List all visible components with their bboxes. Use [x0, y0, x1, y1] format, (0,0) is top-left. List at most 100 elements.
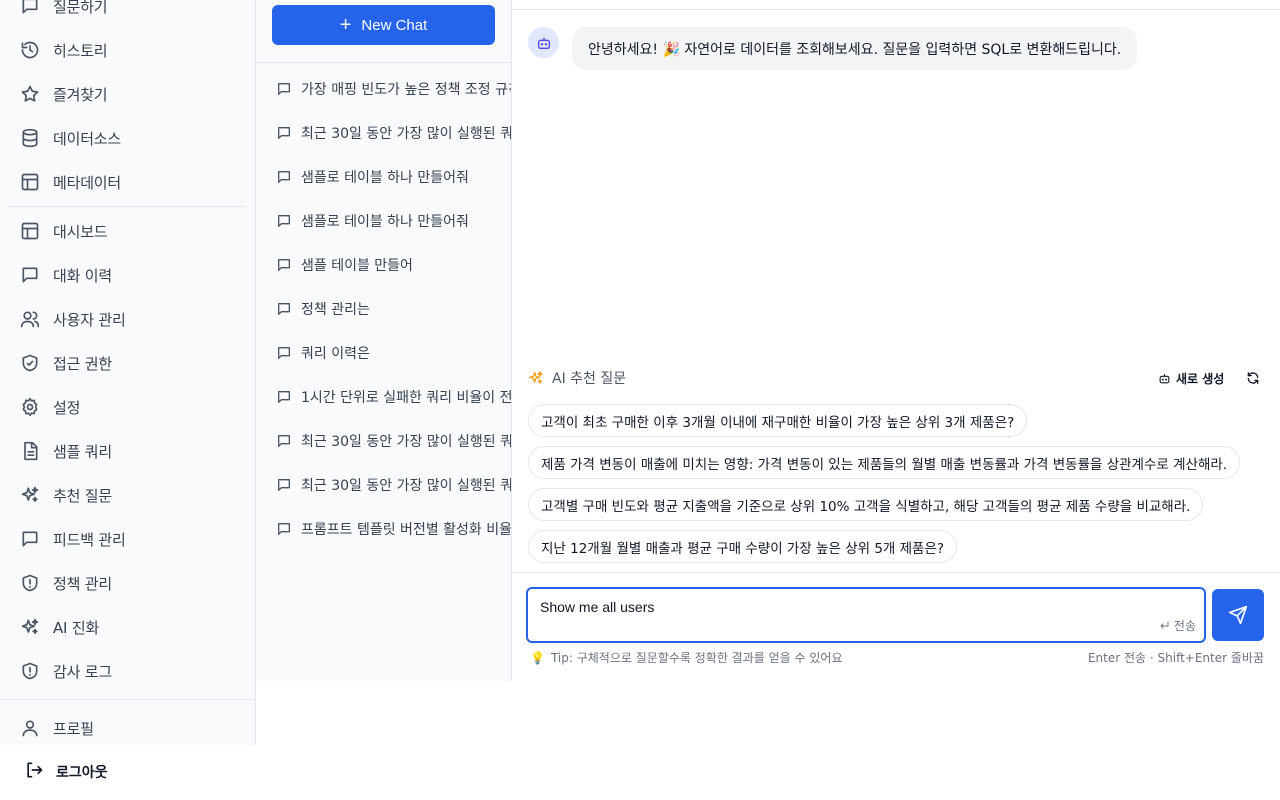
- chat-list-item-title: 샘플 테이블 만들어: [301, 258, 413, 274]
- chat-bubble-icon: [276, 257, 292, 273]
- chat-list-item-title: 최근 30일 동안 가장 많이 실행된 쿼리: [301, 126, 512, 142]
- sidebar: 질문하기 히스토리 즐겨찾기 데이터소스 메타데이터 대시보드 대화 이력 사용…: [0, 0, 256, 745]
- send-icon: [1228, 605, 1248, 625]
- sidebar-item-profile[interactable]: 프로필: [8, 708, 246, 745]
- chat-list-item[interactable]: 샘플로 테이블 하나 만들어줘: [276, 166, 511, 188]
- logout-button[interactable]: 로그아웃: [24, 759, 108, 785]
- star-icon: [20, 84, 40, 104]
- chat-bubble-icon: [276, 477, 292, 493]
- sparkles-icon: [528, 370, 544, 386]
- chat-main: 안녕하세요! 🎉 자연어로 데이터를 조회해보세요. 질문을 입력하면 SQL로…: [512, 0, 1280, 681]
- chat-list-item[interactable]: 샘플로 테이블 하나 만들어줘: [276, 210, 511, 232]
- chat-list-item[interactable]: 프롬프트 템플릿 버전별 활성화 비율: [276, 518, 512, 540]
- table-icon: [20, 172, 40, 192]
- database-icon: [20, 128, 40, 148]
- chat-list-item[interactable]: 최근 30일 동안 가장 많이 실행된 쿼리: [276, 430, 512, 452]
- sidebar-item-feedback[interactable]: 피드백 관리: [8, 519, 246, 559]
- header-divider: [512, 9, 1280, 10]
- sidebar-item-policy[interactable]: 정책 관리: [8, 563, 246, 603]
- suggestion-chip[interactable]: 고객별 구매 빈도와 평균 지출액을 기준으로 상위 10% 고객을 식별하고,…: [528, 488, 1204, 521]
- chat-list-item[interactable]: 가장 매핑 빈도가 높은 정책 조정 규칙: [276, 78, 512, 100]
- sidebar-item-label: 정책 관리: [53, 574, 112, 593]
- chat-bubble-icon: [276, 433, 292, 449]
- chat-list-item-title: 가장 매핑 빈도가 높은 정책 조정 규칙: [301, 82, 512, 98]
- chat-list-item[interactable]: 최근 30일 동안 가장 많이 실행된 쿼리: [276, 474, 511, 496]
- chat-bubble-icon: [20, 0, 40, 16]
- enter-icon: [1158, 620, 1170, 632]
- chat-input[interactable]: Show me all users: [540, 599, 1140, 635]
- chat-bubble-icon: [276, 345, 292, 361]
- chat-bubble-icon: [276, 169, 292, 185]
- recommend-title-label: AI 추천 질문: [552, 371, 627, 387]
- plus-icon: +: [339, 14, 352, 36]
- sidebar-item-label: 설정: [53, 398, 81, 417]
- recommend-title: AI 추천 질문: [528, 368, 626, 388]
- send-hint-label: 전송: [1173, 619, 1196, 633]
- sidebar-item-metadata[interactable]: 메타데이터: [8, 162, 246, 202]
- users-icon: [20, 309, 40, 329]
- sidebar-item-settings[interactable]: 설정: [8, 387, 246, 427]
- sidebar-item-datasource[interactable]: 데이터소스: [8, 118, 246, 158]
- sidebar-item-label: 샘플 쿼리: [53, 442, 112, 461]
- new-chat-button[interactable]: + New Chat: [272, 5, 495, 45]
- chat-list-item-title: 최근 30일 동안 가장 많이 실행된 쿼리: [301, 434, 512, 450]
- suggestion-chip[interactable]: 제품 가격 변동이 매출에 미치는 영향: 가격 변동이 있는 제품들의 월별 …: [528, 446, 1241, 479]
- chat-list-item[interactable]: 최근 30일 동안 가장 많이 실행된 쿼리: [276, 122, 512, 144]
- sidebar-item-chat-history[interactable]: 대화 이력: [8, 255, 246, 295]
- chat-list-item-title: 프롬프트 템플릿 버전별 활성화 비율: [301, 522, 512, 538]
- sidebar-item-label: AI 진화: [53, 618, 100, 637]
- regenerate-label: 새로 생성: [1176, 371, 1225, 386]
- sidebar-item-label: 프로필: [53, 719, 94, 738]
- chat-list-item[interactable]: 샘플 테이블 만들어: [276, 254, 511, 276]
- sidebar-item-recommended[interactable]: 추천 질문: [8, 475, 246, 515]
- sidebar-item-dashboard[interactable]: 대시보드: [8, 211, 246, 251]
- chat-list-item-title: 샘플로 테이블 하나 만들어줘: [301, 214, 469, 230]
- sidebar-item-access[interactable]: 접근 권한: [8, 343, 246, 383]
- tip: 💡 Tip: 구체적으로 질문할수록 정확한 결과를 얻을 수 있어요: [530, 649, 843, 666]
- sidebar-item-label: 데이터소스: [53, 129, 122, 148]
- sidebar-divider: [8, 206, 246, 207]
- bot-icon: [1158, 372, 1171, 385]
- sidebar-item-favorites[interactable]: 즐겨찾기: [8, 74, 246, 114]
- sidebar-item-history[interactable]: 히스토리: [8, 30, 246, 70]
- sidebar-item-label: 추천 질문: [53, 486, 112, 505]
- sidebar-item-label: 질문하기: [53, 0, 108, 16]
- sidebar-item-ask[interactable]: 질문하기: [8, 0, 246, 26]
- sidebar-item-label: 대시보드: [53, 222, 108, 241]
- send-hint: 전송: [1158, 617, 1196, 634]
- chat-bubble-icon: [276, 389, 292, 405]
- suggestion-chip[interactable]: 고객이 최초 구매한 이후 3개월 이내에 재구매한 비율이 가장 높은 상위 …: [528, 404, 1028, 437]
- input-divider: [512, 572, 1280, 573]
- sidebar-item-label: 사용자 관리: [53, 310, 126, 329]
- sidebar-item-label: 감사 로그: [53, 662, 112, 681]
- chat-list-item[interactable]: 1시간 단위로 실패한 쿼리 비율이 전체: [276, 386, 511, 408]
- sidebar-item-audit-log[interactable]: 감사 로그: [8, 651, 246, 691]
- sidebar-item-user-management[interactable]: 사용자 관리: [8, 299, 246, 339]
- chat-list-item-title: 쿼리 이력은: [301, 346, 370, 362]
- dashboard-icon: [20, 221, 40, 241]
- send-button[interactable]: [1212, 589, 1264, 641]
- regenerate-button[interactable]: 새로 생성: [1158, 368, 1224, 388]
- chat-list-item[interactable]: 쿼리 이력은: [276, 342, 511, 364]
- sidebar-item-label: 히스토리: [53, 41, 108, 60]
- bot-message: 안녕하세요! 🎉 자연어로 데이터를 조회해보세요. 질문을 입력하면 SQL로…: [572, 27, 1138, 70]
- sidebar-item-ai-evolution[interactable]: AI 진화: [8, 607, 246, 647]
- refresh-button[interactable]: [1246, 370, 1262, 386]
- sidebar-item-sample-query[interactable]: 샘플 쿼리: [8, 431, 246, 471]
- chat-list-item[interactable]: 정책 관리는: [276, 298, 511, 320]
- logout-icon: [24, 760, 44, 784]
- sidebar-item-label: 피드백 관리: [53, 530, 126, 549]
- chat-list-item-title: 샘플로 테이블 하나 만들어줘: [301, 170, 469, 186]
- chat-bubble-icon: [276, 125, 292, 141]
- keyboard-hint: Enter 전송 · Shift+Enter 줄바꿈: [1087, 651, 1264, 665]
- lightbulb-icon: 💡: [530, 650, 545, 665]
- chat-bubble-icon: [276, 213, 292, 229]
- shield-check-icon: [20, 353, 40, 373]
- chat-bubble-icon: [276, 81, 292, 97]
- chat-bubble-icon: [276, 521, 292, 537]
- chat-list-divider: [256, 62, 511, 63]
- sidebar-divider: [0, 699, 255, 700]
- suggestion-chip[interactable]: 지난 12개월 월별 매출과 평균 구매 수량이 가장 높은 상위 5개 제품은…: [528, 530, 958, 563]
- shield-alert-icon: [20, 661, 40, 681]
- sparkles-icon: [20, 485, 40, 505]
